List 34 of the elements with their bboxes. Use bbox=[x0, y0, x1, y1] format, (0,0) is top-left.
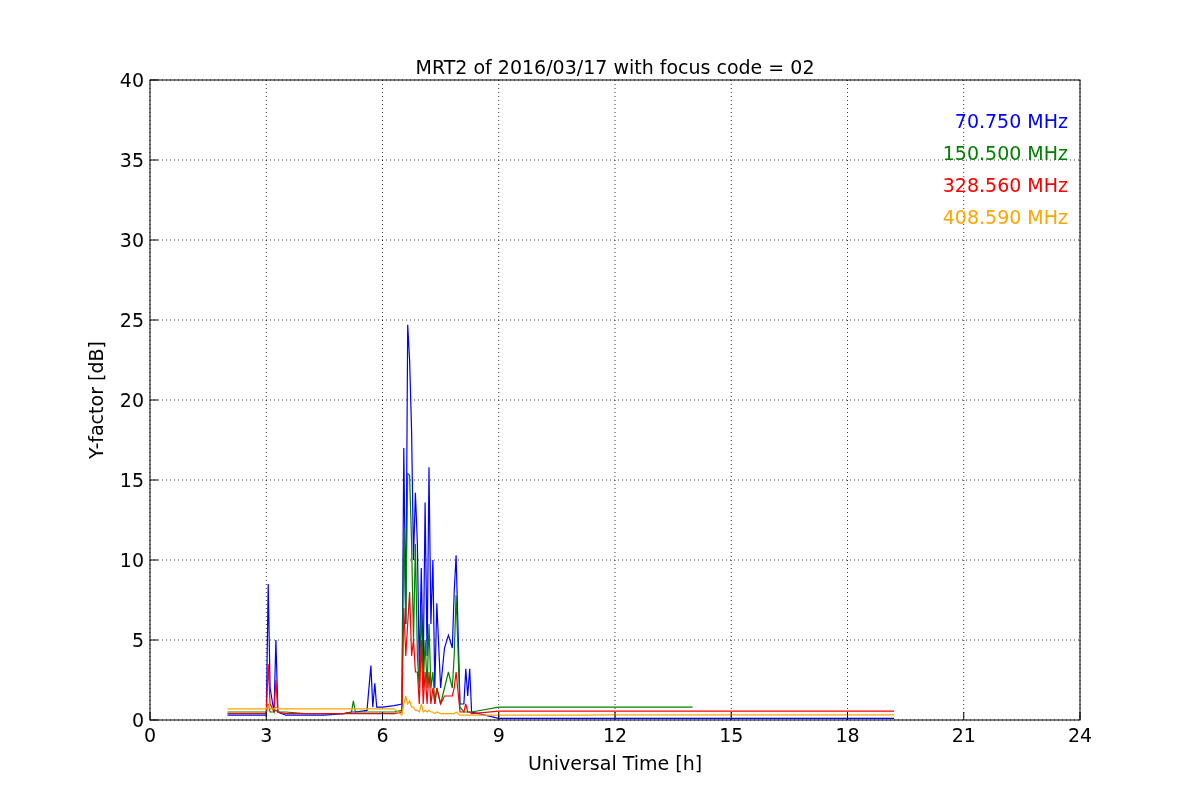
x-tick-label: 24 bbox=[1067, 724, 1093, 746]
legend-label: 150.500 MHz bbox=[942, 142, 1068, 164]
tick-mark bbox=[1079, 711, 1081, 721]
chart-title: MRT2 of 2016/03/17 with focus code = 02 bbox=[415, 56, 815, 78]
y-axis-label: Y-factor [dB] bbox=[85, 341, 107, 459]
y-tick-label: 10 bbox=[119, 549, 144, 571]
tick-mark bbox=[498, 711, 500, 721]
y-tick-label: 35 bbox=[119, 149, 144, 171]
x-tick-label: 12 bbox=[602, 724, 628, 746]
y-tick-label: 30 bbox=[119, 229, 144, 251]
x-tick-label: 15 bbox=[719, 724, 744, 746]
tick-mark bbox=[265, 711, 267, 721]
legend-label: 70.750 MHz bbox=[954, 110, 1068, 132]
tick-mark bbox=[963, 711, 965, 721]
y-tick-label: 40 bbox=[119, 69, 144, 91]
x-axis-label: Universal Time [h] bbox=[527, 752, 703, 774]
tick-mark bbox=[614, 711, 616, 721]
x-tick-label: 0 bbox=[143, 724, 157, 746]
y-tick-label: 20 bbox=[119, 389, 144, 411]
legend-label: 408.590 MHz bbox=[942, 206, 1068, 228]
y-tick-label: 25 bbox=[119, 309, 144, 331]
tick-mark bbox=[847, 711, 848, 721]
tick-mark bbox=[149, 79, 159, 81]
y-tick-label: 5 bbox=[131, 629, 144, 651]
x-tick-label: 3 bbox=[260, 724, 273, 746]
x-tick-label: 21 bbox=[951, 724, 976, 746]
y-tick-label: 15 bbox=[119, 469, 144, 491]
legend-label: 328.560 MHz bbox=[942, 174, 1068, 196]
x-tick-label: 6 bbox=[376, 724, 389, 746]
y-tick-label: 0 bbox=[131, 709, 144, 731]
x-tick-label: 18 bbox=[835, 724, 860, 746]
tick-mark bbox=[730, 711, 732, 721]
tick-mark bbox=[382, 711, 383, 721]
x-tick-label: 9 bbox=[492, 724, 505, 746]
